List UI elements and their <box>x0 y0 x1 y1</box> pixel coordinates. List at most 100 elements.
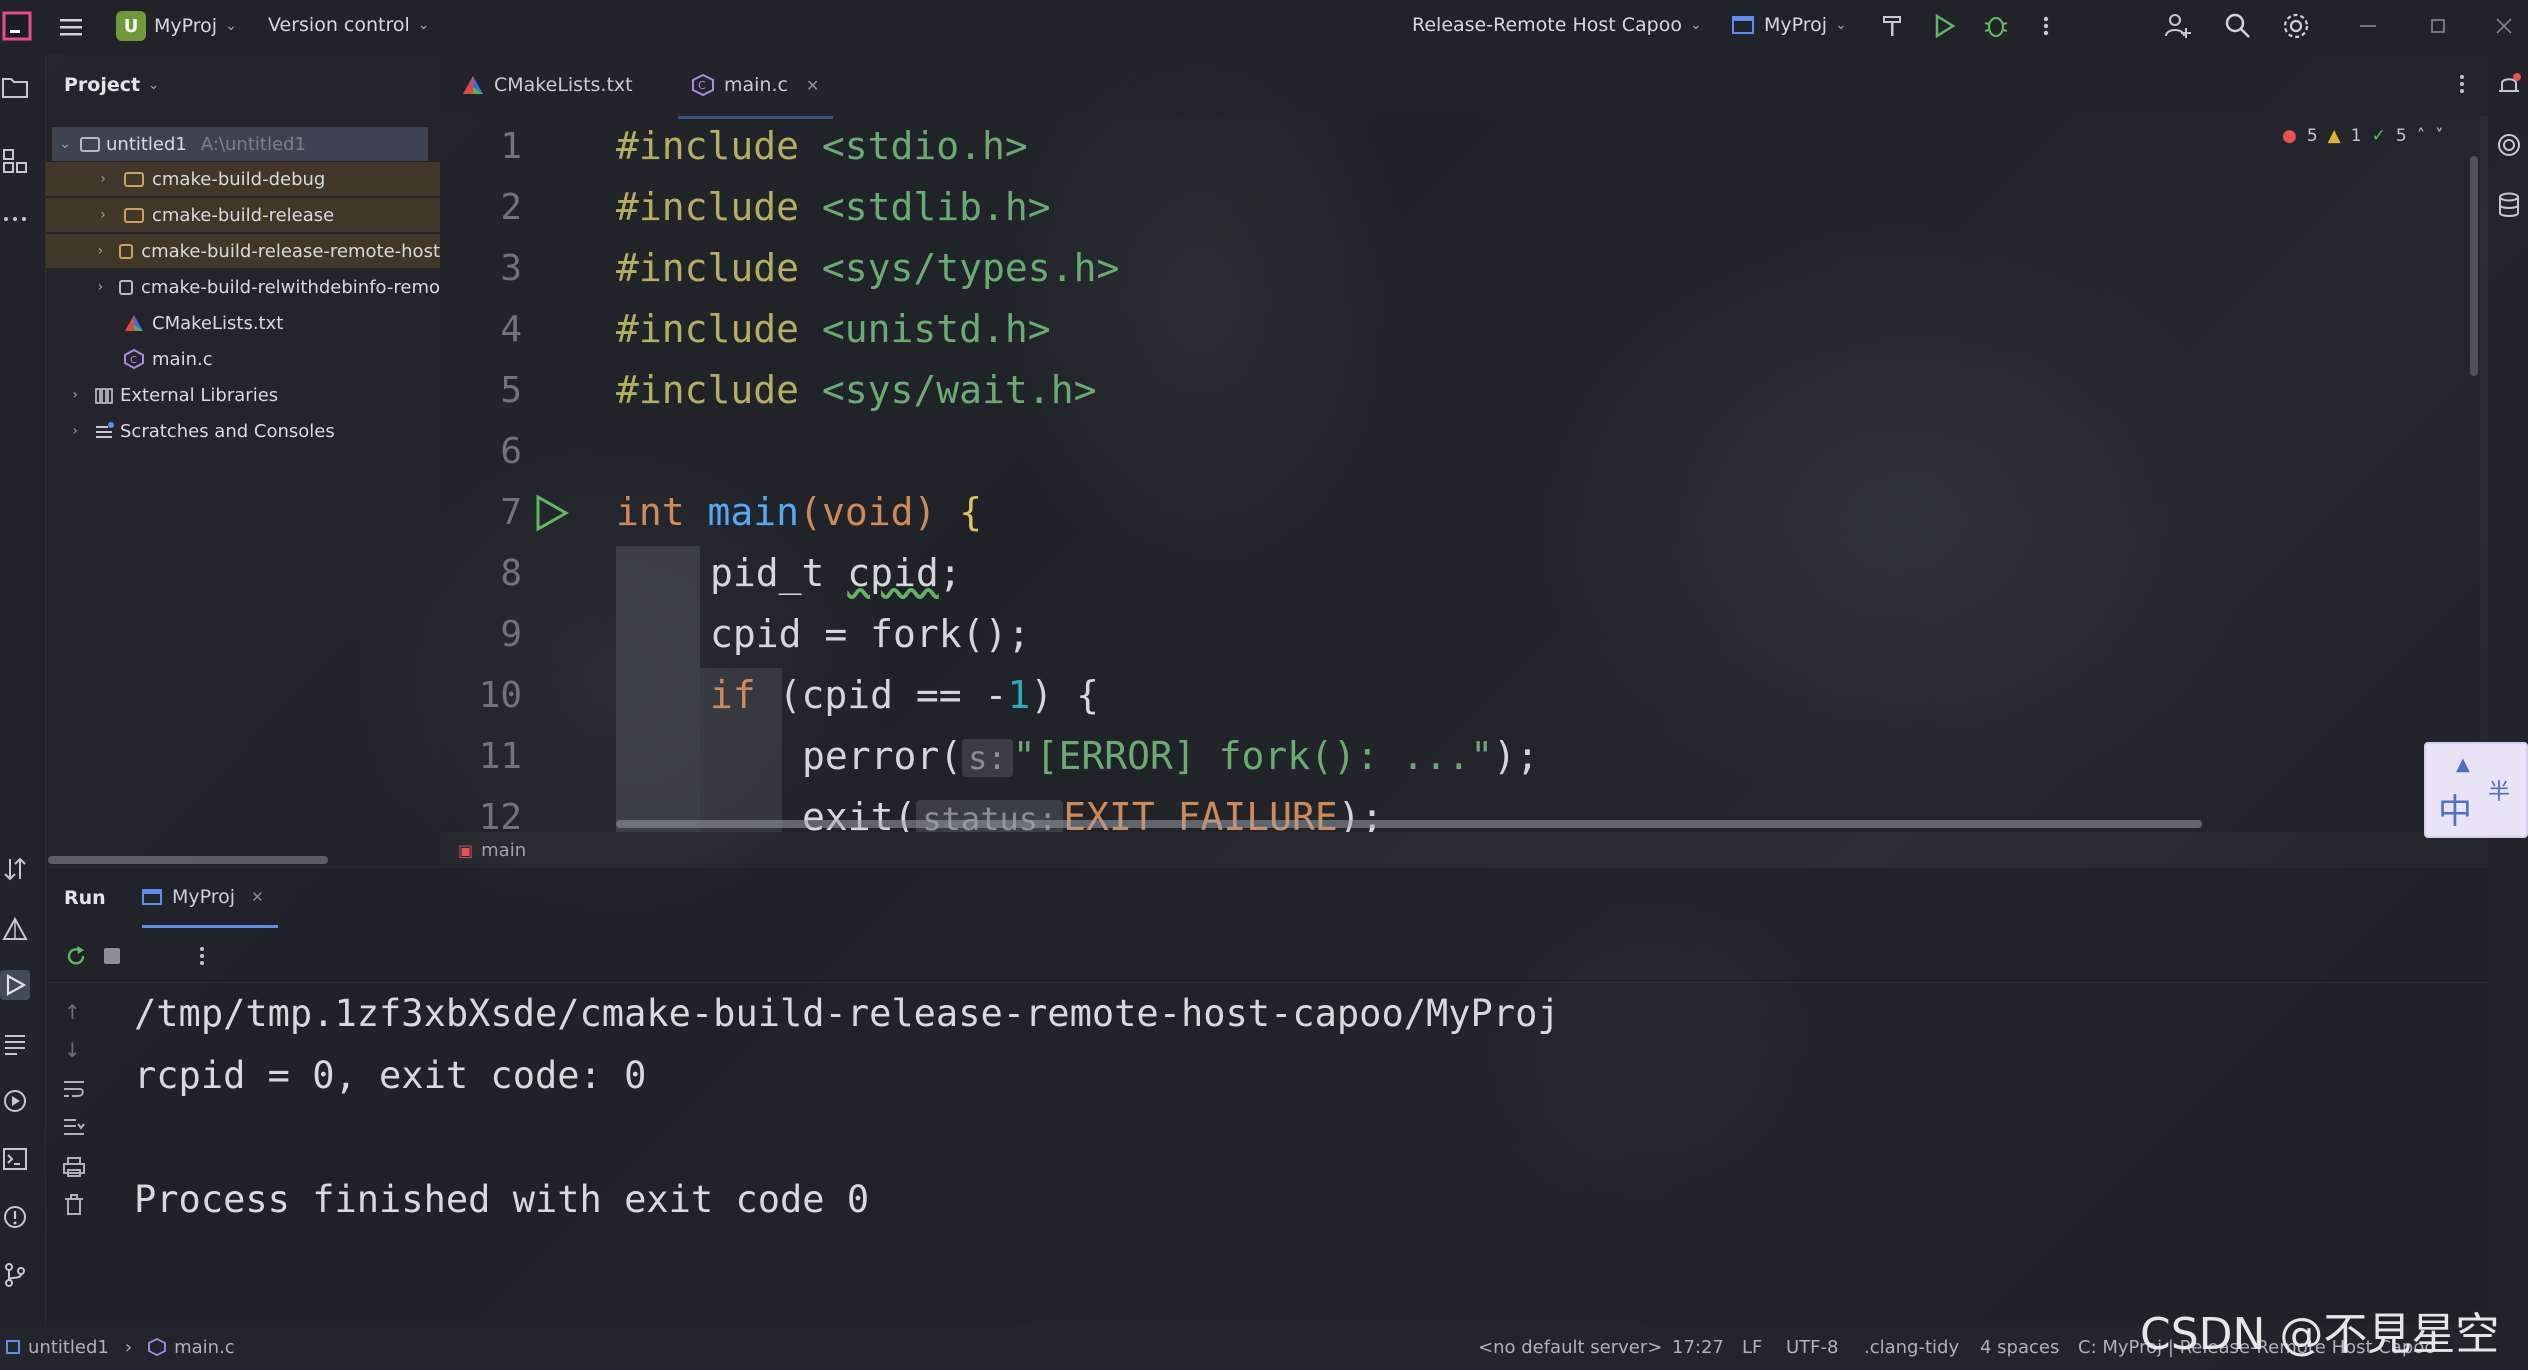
chevron-right-icon: › <box>72 387 78 403</box>
tree-item-label: cmake-build-release <box>152 204 335 226</box>
tab-close-icon[interactable]: ✕ <box>806 76 819 95</box>
status-server[interactable]: <no default server> <box>1478 1324 1662 1370</box>
status-crumb-file[interactable]: main.c <box>174 1337 235 1358</box>
todo-list-icon[interactable] <box>0 1028 30 1058</box>
terminal-icon[interactable] <box>0 1144 30 1174</box>
scroll-down-icon[interactable]: ↓ <box>64 1038 81 1062</box>
line-number: 11 <box>478 735 522 777</box>
main-menu-icon[interactable] <box>56 12 86 42</box>
search-icon[interactable] <box>2222 10 2254 42</box>
run-icon[interactable] <box>1930 12 1958 40</box>
project-switcher[interactable]: U MyProj ⌄ <box>116 11 237 41</box>
tree-item-file[interactable]: CMakeLists.txt <box>46 306 440 340</box>
inspection-widget[interactable]: ● 5 ▲ 1 ✓ 5 ˄ ˅ <box>2282 126 2444 146</box>
run-tab-myproj[interactable]: MyProj ✕ <box>142 868 278 928</box>
breadcrumb-item[interactable]: main <box>481 840 526 861</box>
editor-more-icon[interactable] <box>2452 70 2472 98</box>
restore-icon[interactable] <box>2424 12 2452 40</box>
status-encoding[interactable]: UTF-8 <box>1786 1324 1838 1370</box>
code-editor[interactable]: ● 5 ▲ 1 ✓ 5 ˄ ˅ 1 #include <stdio.h> 2 #inclu… <box>440 116 2480 832</box>
tree-item-libraries[interactable]: › External Libraries <box>46 378 440 412</box>
cmake-triangle-icon[interactable] <box>0 914 30 944</box>
minimize-icon[interactable] <box>2354 12 2382 40</box>
structure-icon[interactable] <box>0 146 30 176</box>
git-branch-icon[interactable] <box>0 1260 30 1290</box>
build-hammer-icon[interactable] <box>1878 12 1906 40</box>
tree-item-file[interactable]: C main.c <box>46 342 440 376</box>
cmake-file-icon <box>125 315 143 331</box>
tree-item-folder[interactable]: › cmake-build-debug <box>46 162 440 196</box>
run-tool-icon[interactable] <box>0 970 30 1000</box>
chevron-down-icon[interactable]: ˅ <box>2435 126 2444 146</box>
scratches-icon <box>96 422 114 438</box>
status-breadcrumb: untitled1 › main.c <box>6 1324 235 1370</box>
window-icon <box>1732 16 1754 34</box>
scroll-to-end-icon[interactable] <box>62 1116 86 1138</box>
tree-item-scratches[interactable]: › Scratches and Consoles <box>46 414 440 448</box>
soft-wrap-icon[interactable] <box>62 1078 86 1100</box>
run-panel-header: Run MyProj ✕ <box>46 868 2488 928</box>
tree-item-folder[interactable]: › cmake-build-release <box>46 198 440 232</box>
tab-close-icon[interactable]: ✕ <box>251 888 264 906</box>
print-icon[interactable] <box>62 1156 86 1178</box>
ai-assistant-icon[interactable] <box>2494 130 2524 160</box>
tree-item-label: cmake-build-release-remote-host <box>141 240 440 262</box>
target-selector[interactable]: MyProj ⌄ <box>1730 12 1847 38</box>
ime-toolbar[interactable]: 中 半 ▲ <box>2424 742 2528 838</box>
indent-guide <box>616 546 700 832</box>
ok-count: 5 <box>2395 126 2407 146</box>
scroll-up-icon[interactable]: ↑ <box>64 1000 81 1024</box>
debug-bug-icon[interactable] <box>1982 12 2010 40</box>
tab-label: CMakeLists.txt <box>494 74 633 96</box>
run-configuration-selector[interactable]: Release-Remote Host Capoo ⌄ <box>1412 14 1702 36</box>
status-line-separator[interactable]: LF <box>1742 1324 1762 1370</box>
more-actions-icon[interactable] <box>2036 12 2056 40</box>
project-badge: U <box>116 11 146 41</box>
check-icon: ✓ <box>2371 126 2386 146</box>
line-number: 6 <box>500 430 522 472</box>
commit-arrows-icon[interactable] <box>0 854 30 884</box>
tree-item-label: CMakeLists.txt <box>152 312 284 334</box>
project-folder-icon[interactable] <box>0 72 30 102</box>
code-with-me-icon[interactable] <box>2162 10 2194 42</box>
editor-breadcrumb: ▣ main <box>440 832 2480 868</box>
right-tool-strip <box>2488 54 2528 1324</box>
problems-icon[interactable] <box>0 1202 30 1232</box>
rerun-icon[interactable] <box>64 944 88 968</box>
folder-icon <box>118 243 134 259</box>
editor-horizontal-scrollbar[interactable] <box>616 820 2202 828</box>
gutter-run-icon[interactable] <box>532 494 570 532</box>
warning-icon: ▲ <box>2327 126 2341 146</box>
run-more-icon[interactable] <box>196 942 208 970</box>
close-icon[interactable] <box>2490 12 2518 40</box>
stop-icon[interactable] <box>104 948 120 964</box>
tree-item-root[interactable]: ⌄ untitled1 A:\untitled1 <box>52 127 428 161</box>
status-caret-position[interactable]: 17:27 <box>1672 1324 1724 1370</box>
tree-item-label: untitled1 <box>106 133 187 155</box>
services-icon[interactable] <box>0 1086 30 1116</box>
chevron-right-icon: › <box>97 279 104 295</box>
console-output-line: /tmp/tmp.1zf3xbXsde/cmake-build-release-… <box>134 992 1560 1035</box>
notifications-bell-icon[interactable] <box>2494 70 2524 100</box>
version-control-menu[interactable]: Version control ⌄ <box>268 14 430 36</box>
c-file-icon: C <box>124 349 144 369</box>
horizontal-scrollbar[interactable] <box>48 856 328 864</box>
trash-icon[interactable] <box>62 1194 86 1216</box>
status-crumb-project[interactable]: untitled1 <box>28 1337 109 1358</box>
chevron-up-icon[interactable]: ˄ <box>2417 126 2426 146</box>
editor-vertical-scrollbar[interactable] <box>2470 156 2478 376</box>
chevron-down-icon: ⌄ <box>148 77 159 93</box>
project-panel-header[interactable]: Project ⌄ <box>64 74 159 96</box>
tab-main-c[interactable]: C main.c ✕ <box>678 54 834 119</box>
tree-item-folder[interactable]: › cmake-build-relwithdebinfo-remo <box>46 270 440 304</box>
more-tools-icon[interactable] <box>0 204 30 234</box>
database-icon[interactable] <box>2494 190 2524 220</box>
status-linter[interactable]: .clang-tidy <box>1864 1324 1959 1370</box>
tree-item-folder[interactable]: › cmake-build-release-remote-host <box>46 234 440 268</box>
chevron-down-icon: ⌄ <box>225 18 237 34</box>
line-number: 2 <box>500 186 522 228</box>
settings-gear-icon[interactable] <box>2280 10 2312 42</box>
tab-cmakelists[interactable]: CMakeLists.txt <box>462 54 633 116</box>
line-number: 8 <box>500 552 522 594</box>
status-indent[interactable]: 4 spaces <box>1980 1324 2059 1370</box>
